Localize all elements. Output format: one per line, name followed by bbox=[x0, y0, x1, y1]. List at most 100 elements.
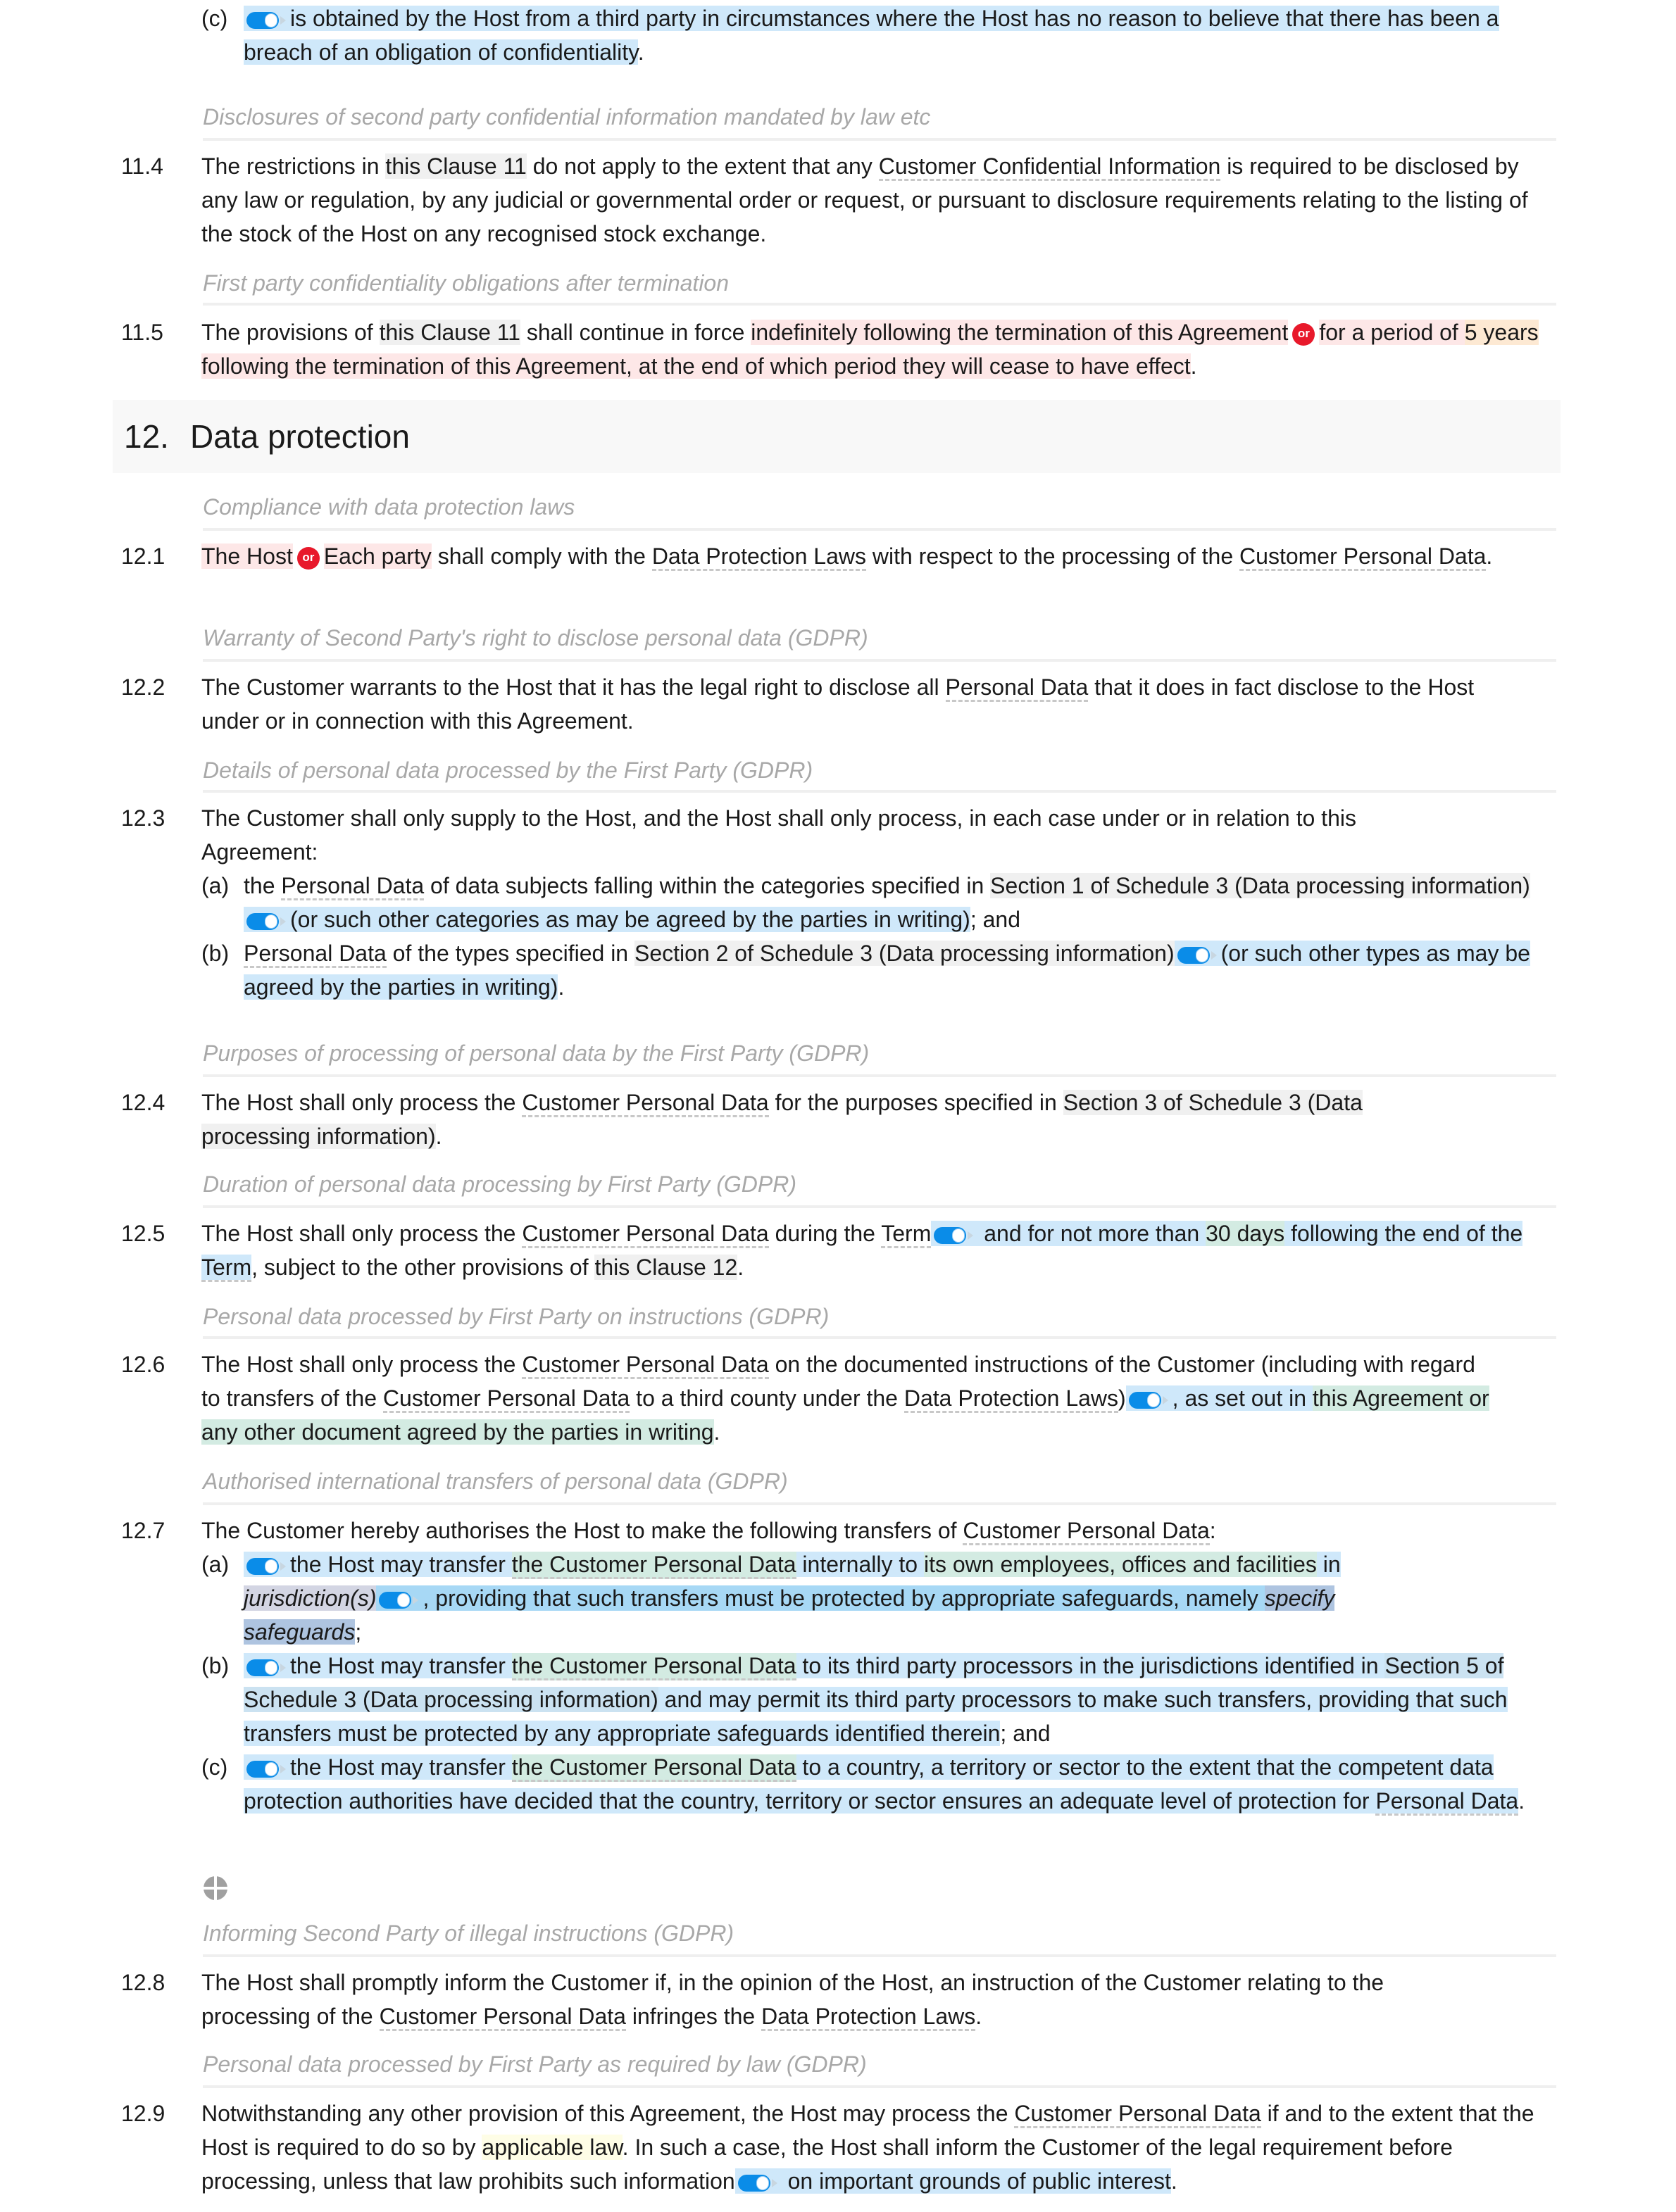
toggle-on-icon[interactable] bbox=[246, 912, 287, 931]
clause-number: 12.9 bbox=[121, 2101, 165, 2126]
optional-text: is obtained by the Host from a third par… bbox=[244, 6, 1499, 65]
clause-12-7-c: the Host may transfer the Customer Perso… bbox=[244, 1750, 1553, 1818]
defined-term[interactable]: Personal Data bbox=[281, 873, 425, 900]
defined-term[interactable]: Personal Data bbox=[945, 674, 1089, 702]
clause-12-7-b: the Host may transfer the Customer Perso… bbox=[244, 1653, 1508, 1746]
clause-12-2: The Customer warrants to the Host that i… bbox=[201, 674, 1475, 734]
item-label: (b) bbox=[201, 941, 230, 966]
toggle-on-icon[interactable] bbox=[246, 11, 287, 30]
clause-number: 11.5 bbox=[121, 320, 163, 345]
defined-term[interactable]: Term bbox=[201, 1255, 252, 1282]
toggle-on-icon[interactable] bbox=[379, 1590, 420, 1610]
clause-heading: First party confidentiality obligations … bbox=[203, 270, 730, 296]
variable-value[interactable]: 30 days bbox=[1206, 1221, 1285, 1246]
or-badge-icon[interactable]: or bbox=[296, 546, 320, 570]
divider bbox=[203, 1205, 1556, 1208]
defined-term[interactable]: Customer Confidential Information bbox=[878, 153, 1221, 181]
clause-12-3-b: Personal Data of the types specified in … bbox=[244, 941, 1530, 1000]
defined-term[interactable]: Customer Personal Data bbox=[1014, 2101, 1261, 2128]
defined-term[interactable]: Data Protection Laws bbox=[903, 1385, 1119, 1413]
clause-12-9: Notwithstanding any other provision of t… bbox=[201, 2101, 1534, 2194]
alternative-option-1[interactable]: The Host bbox=[201, 543, 293, 569]
clause-heading: Warranty of Second Party's right to disc… bbox=[203, 625, 868, 651]
toggle-on-icon[interactable] bbox=[1177, 945, 1218, 965]
defined-term[interactable]: Customer Personal Data bbox=[963, 1518, 1210, 1545]
optional-text: the Host may transfer the Customer Perso… bbox=[244, 1552, 1341, 1645]
toggle-on-icon[interactable] bbox=[737, 2173, 779, 2193]
alternative-option-1[interactable]: indefinitely following the termination o… bbox=[751, 320, 1289, 345]
defined-term[interactable]: Data Protection Laws bbox=[651, 543, 866, 571]
clause-number: 12.2 bbox=[121, 674, 165, 700]
clause-number: 12.3 bbox=[121, 805, 165, 831]
clause-heading: Compliance with data protection laws bbox=[203, 494, 575, 520]
variable-value[interactable]: applicable law bbox=[482, 2135, 623, 2160]
divider bbox=[203, 1954, 1556, 1957]
cross-reference[interactable]: this Clause 12 bbox=[594, 1255, 738, 1280]
clause-number: 12.7 bbox=[121, 1518, 165, 1543]
divider bbox=[203, 790, 1556, 793]
clause-12-1: The Host or Each party shall comply with t… bbox=[201, 539, 1561, 573]
cross-reference[interactable]: Section 1 of Schedule 3 (Data processing… bbox=[990, 873, 1530, 898]
variable-value[interactable]: its own employees, offices and facilitie… bbox=[923, 1552, 1317, 1577]
toggle-on-icon[interactable] bbox=[934, 1226, 975, 1245]
divider bbox=[203, 1336, 1556, 1339]
defined-term[interactable]: Customer Personal Data bbox=[522, 1221, 769, 1248]
clause-heading: Duration of personal data processing by … bbox=[203, 1171, 796, 1197]
or-badge-icon[interactable]: or bbox=[1292, 322, 1315, 346]
clause-12-4: The Host shall only process the Customer… bbox=[201, 1090, 1363, 1149]
clause-heading: Personal data processed by First Party a… bbox=[203, 2051, 867, 2077]
clause-number: 12.8 bbox=[121, 1970, 165, 1995]
defined-term[interactable]: Data Protection Laws bbox=[761, 2004, 976, 2031]
divider bbox=[203, 138, 1556, 141]
clause-12-3-intro: The Customer shall only supply to the Ho… bbox=[201, 805, 1356, 865]
clause-12-5: The Host shall only process the Customer… bbox=[201, 1217, 1561, 1284]
cross-reference[interactable]: this Clause 11 bbox=[379, 320, 520, 345]
defined-term[interactable]: Customer Personal Data bbox=[522, 1352, 769, 1379]
divider bbox=[203, 659, 1556, 662]
clause-11-3-c: (c) is obtained by the Host from a third… bbox=[201, 1, 1532, 69]
placeholder-field[interactable]: jurisdiction(s) bbox=[244, 1585, 377, 1611]
defined-term[interactable]: Customer Personal Data bbox=[1239, 543, 1487, 571]
defined-term[interactable]: Personal Data bbox=[244, 941, 387, 968]
divider bbox=[203, 2085, 1556, 2088]
item-label: (c) bbox=[201, 1754, 228, 1780]
clause-heading: Purposes of processing of personal data … bbox=[203, 1041, 870, 1066]
optional-text: (or such other categories as may be agre… bbox=[244, 907, 970, 932]
defined-term[interactable]: Customer Personal Data bbox=[379, 2004, 626, 2031]
divider bbox=[203, 1502, 1556, 1505]
clause-number: 12.1 bbox=[121, 543, 165, 569]
add-clause-icon[interactable] bbox=[203, 1875, 228, 1901]
clause-12-6: The Host shall only process the Customer… bbox=[201, 1352, 1489, 1445]
defined-term[interactable]: the Customer Personal Data bbox=[511, 1552, 796, 1579]
cross-reference[interactable]: Section 2 of Schedule 3 (Data processing… bbox=[634, 941, 1175, 966]
clause-12-8: The Host shall promptly inform the Custo… bbox=[201, 1966, 1490, 2033]
cross-reference[interactable]: this Clause 11 bbox=[385, 153, 527, 179]
defined-term[interactable]: the Customer Personal Data bbox=[511, 1653, 796, 1680]
clause-heading: Informing Second Party of illegal instru… bbox=[203, 1921, 734, 1946]
item-label: (c) bbox=[201, 6, 228, 31]
toggle-on-icon[interactable] bbox=[1128, 1390, 1170, 1410]
clause-11-5: The provisions of this Clause 11 shall c… bbox=[201, 320, 1539, 379]
clause-number: 11.4 bbox=[121, 153, 163, 179]
defined-term[interactable]: Customer Personal Data bbox=[382, 1385, 630, 1413]
optional-text: the Host may transfer the Customer Perso… bbox=[244, 1754, 1519, 1816]
divider bbox=[203, 528, 1556, 531]
clause-heading: Details of personal data processed by th… bbox=[203, 758, 813, 783]
toggle-on-icon[interactable] bbox=[246, 1557, 287, 1576]
item-label: (a) bbox=[201, 1552, 230, 1577]
section-title: Data protection bbox=[190, 418, 410, 455]
toggle-on-icon[interactable] bbox=[246, 1658, 287, 1678]
alternative-option-2[interactable]: Each party bbox=[323, 543, 432, 569]
optional-text: on important grounds of public interest bbox=[734, 2168, 1171, 2194]
clause-12-7-intro: The Customer hereby authorises the Host … bbox=[201, 1514, 1561, 1547]
toggle-on-icon[interactable] bbox=[246, 1759, 287, 1779]
clause-12-7-a: the Host may transfer the Customer Perso… bbox=[244, 1552, 1341, 1645]
defined-term[interactable]: Personal Data bbox=[1375, 1788, 1519, 1816]
clause-number: 12.4 bbox=[121, 1090, 165, 1115]
defined-term[interactable]: Term bbox=[881, 1221, 932, 1248]
defined-term[interactable]: Customer Personal Data bbox=[522, 1090, 769, 1117]
variable-value[interactable]: 5 years bbox=[1464, 320, 1539, 345]
clause-number: 12.6 bbox=[121, 1352, 165, 1377]
defined-term[interactable]: the Customer Personal Data bbox=[511, 1754, 796, 1782]
clause-11-4: The restrictions in this Clause 11 do no… bbox=[201, 153, 1528, 246]
